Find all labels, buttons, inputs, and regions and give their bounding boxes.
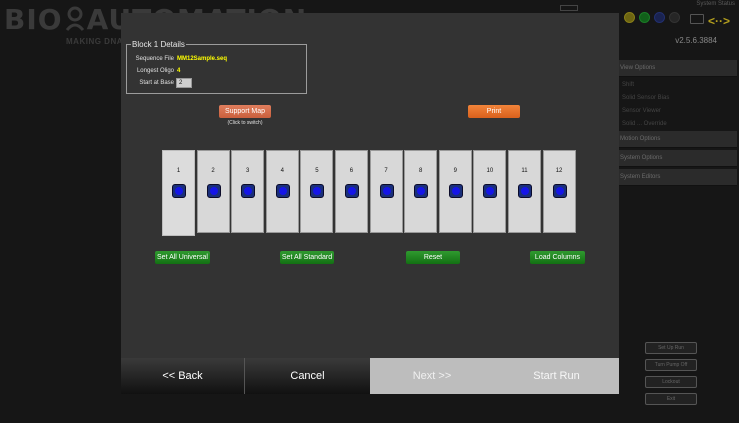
exit-button: Exit xyxy=(645,393,697,405)
view-sub-item: Sensor Viewer xyxy=(622,108,661,114)
block-details-dialog: Block 1 Details Sequence File MM12Sample… xyxy=(121,13,619,394)
logo-gear-icon xyxy=(65,6,85,32)
print-button[interactable]: Print xyxy=(468,105,520,118)
column-number: 10 xyxy=(486,168,494,174)
lockout-button: Lockout xyxy=(645,376,697,388)
column-number: 12 xyxy=(555,168,563,174)
logo-text-left: BIO xyxy=(4,3,63,36)
column-5[interactable]: 5 xyxy=(300,150,334,233)
column-11[interactable]: 11 xyxy=(507,150,541,233)
status-light-off-icon xyxy=(669,12,680,23)
sequence-file-label: Sequence File xyxy=(135,56,174,62)
next-button[interactable]: Next >> xyxy=(370,358,494,394)
reset-button[interactable]: Reset xyxy=(406,251,460,264)
motion-options-header: Motion Options xyxy=(616,131,737,148)
status-lights xyxy=(624,12,680,23)
view-sub-item: Solid ... Override xyxy=(622,121,667,127)
column-12[interactable]: 12 xyxy=(542,150,576,233)
column-9[interactable]: 9 xyxy=(438,150,472,233)
view-sub-item: Shift xyxy=(622,82,635,88)
system-options-header: System Options xyxy=(616,150,737,167)
column-well-icon xyxy=(310,184,325,198)
system-status-label: System Status xyxy=(696,1,735,7)
column-7[interactable]: 7 xyxy=(369,150,403,233)
arrows-icon: <··> xyxy=(708,14,731,28)
column-well-icon xyxy=(517,184,532,198)
column-number: 5 xyxy=(315,168,319,174)
wizard-nav-bar: << Back Cancel Next >> Start Run xyxy=(121,358,619,394)
column-well-icon xyxy=(552,184,567,198)
longest-oligo-value: 4 xyxy=(177,68,181,74)
start-at-base-label: Start at Base xyxy=(139,80,174,86)
back-button[interactable]: << Back xyxy=(121,358,245,394)
set-all-standard-button[interactable]: Set All Standard xyxy=(280,251,334,264)
column-well-icon xyxy=(379,184,394,198)
column-number: 6 xyxy=(349,168,354,174)
monitor-icon xyxy=(690,14,704,24)
switch-hint: (Click to switch) xyxy=(227,120,263,126)
column-6[interactable]: 6 xyxy=(334,150,368,233)
column-number: 3 xyxy=(246,168,250,174)
options-panel: View Options Shift Solid Sensor Bias Sen… xyxy=(616,60,737,188)
status-light-yellow-icon xyxy=(624,12,635,23)
column-well-icon xyxy=(241,184,256,198)
view-sub-item: Solid Sensor Bias xyxy=(622,95,670,101)
app-window: BIOAUTOMATION MAKING DNA/RNA System Stat… xyxy=(0,0,739,423)
support-map-button[interactable]: Support Map xyxy=(219,105,271,118)
system-editors-header: System Editors xyxy=(616,169,737,186)
column-well-icon xyxy=(275,184,290,198)
column-number: 4 xyxy=(280,168,284,174)
longest-oligo-label: Longest Oligo xyxy=(136,68,174,74)
sequence-file-value: MM12Sample.seq xyxy=(177,56,228,62)
column-well-icon xyxy=(414,184,429,198)
turn-pump-off-button: Turn Pump Off xyxy=(645,359,697,371)
column-well-icon xyxy=(172,184,186,198)
column-number: 1 xyxy=(176,168,181,174)
set-up-run-button: Set Up Run xyxy=(645,342,697,354)
block-details-group: Block 1 Details Sequence File MM12Sample… xyxy=(126,40,307,94)
view-options-header: View Options xyxy=(616,60,737,77)
column-well-icon xyxy=(206,184,221,198)
bg-dropdown xyxy=(560,5,578,11)
load-columns-button[interactable]: Load Columns xyxy=(530,251,585,264)
column-number: 9 xyxy=(453,168,457,174)
start-run-button[interactable]: Start Run xyxy=(494,358,619,394)
column-3[interactable]: 3 xyxy=(231,150,265,233)
cancel-button[interactable]: Cancel xyxy=(245,358,370,394)
side-buttons: Set Up Run Turn Pump Off Lockout Exit xyxy=(645,342,697,410)
details-title: Block 1 Details xyxy=(131,40,186,49)
column-map: 1 2 3 4 5 6 7 8 9 10 11 12 xyxy=(162,150,577,236)
column-1[interactable]: 1 xyxy=(162,150,195,236)
column-well-icon xyxy=(344,184,359,198)
column-4[interactable]: 4 xyxy=(265,150,299,233)
column-2[interactable]: 2 xyxy=(196,150,230,233)
status-light-green-icon xyxy=(639,12,650,23)
column-number: 7 xyxy=(384,168,388,174)
version-label: v2.5.6.3884 xyxy=(675,36,717,45)
column-well-icon xyxy=(483,184,498,198)
start-at-base-input[interactable]: 2 xyxy=(176,78,192,88)
column-number: 11 xyxy=(521,168,528,174)
column-8[interactable]: 8 xyxy=(404,150,438,233)
column-well-icon xyxy=(448,184,463,198)
status-light-blue-icon xyxy=(654,12,665,23)
column-number: 8 xyxy=(418,168,423,174)
set-all-universal-button[interactable]: Set All Universal xyxy=(155,251,210,264)
column-10[interactable]: 10 xyxy=(473,150,507,233)
column-number: 2 xyxy=(211,168,215,174)
